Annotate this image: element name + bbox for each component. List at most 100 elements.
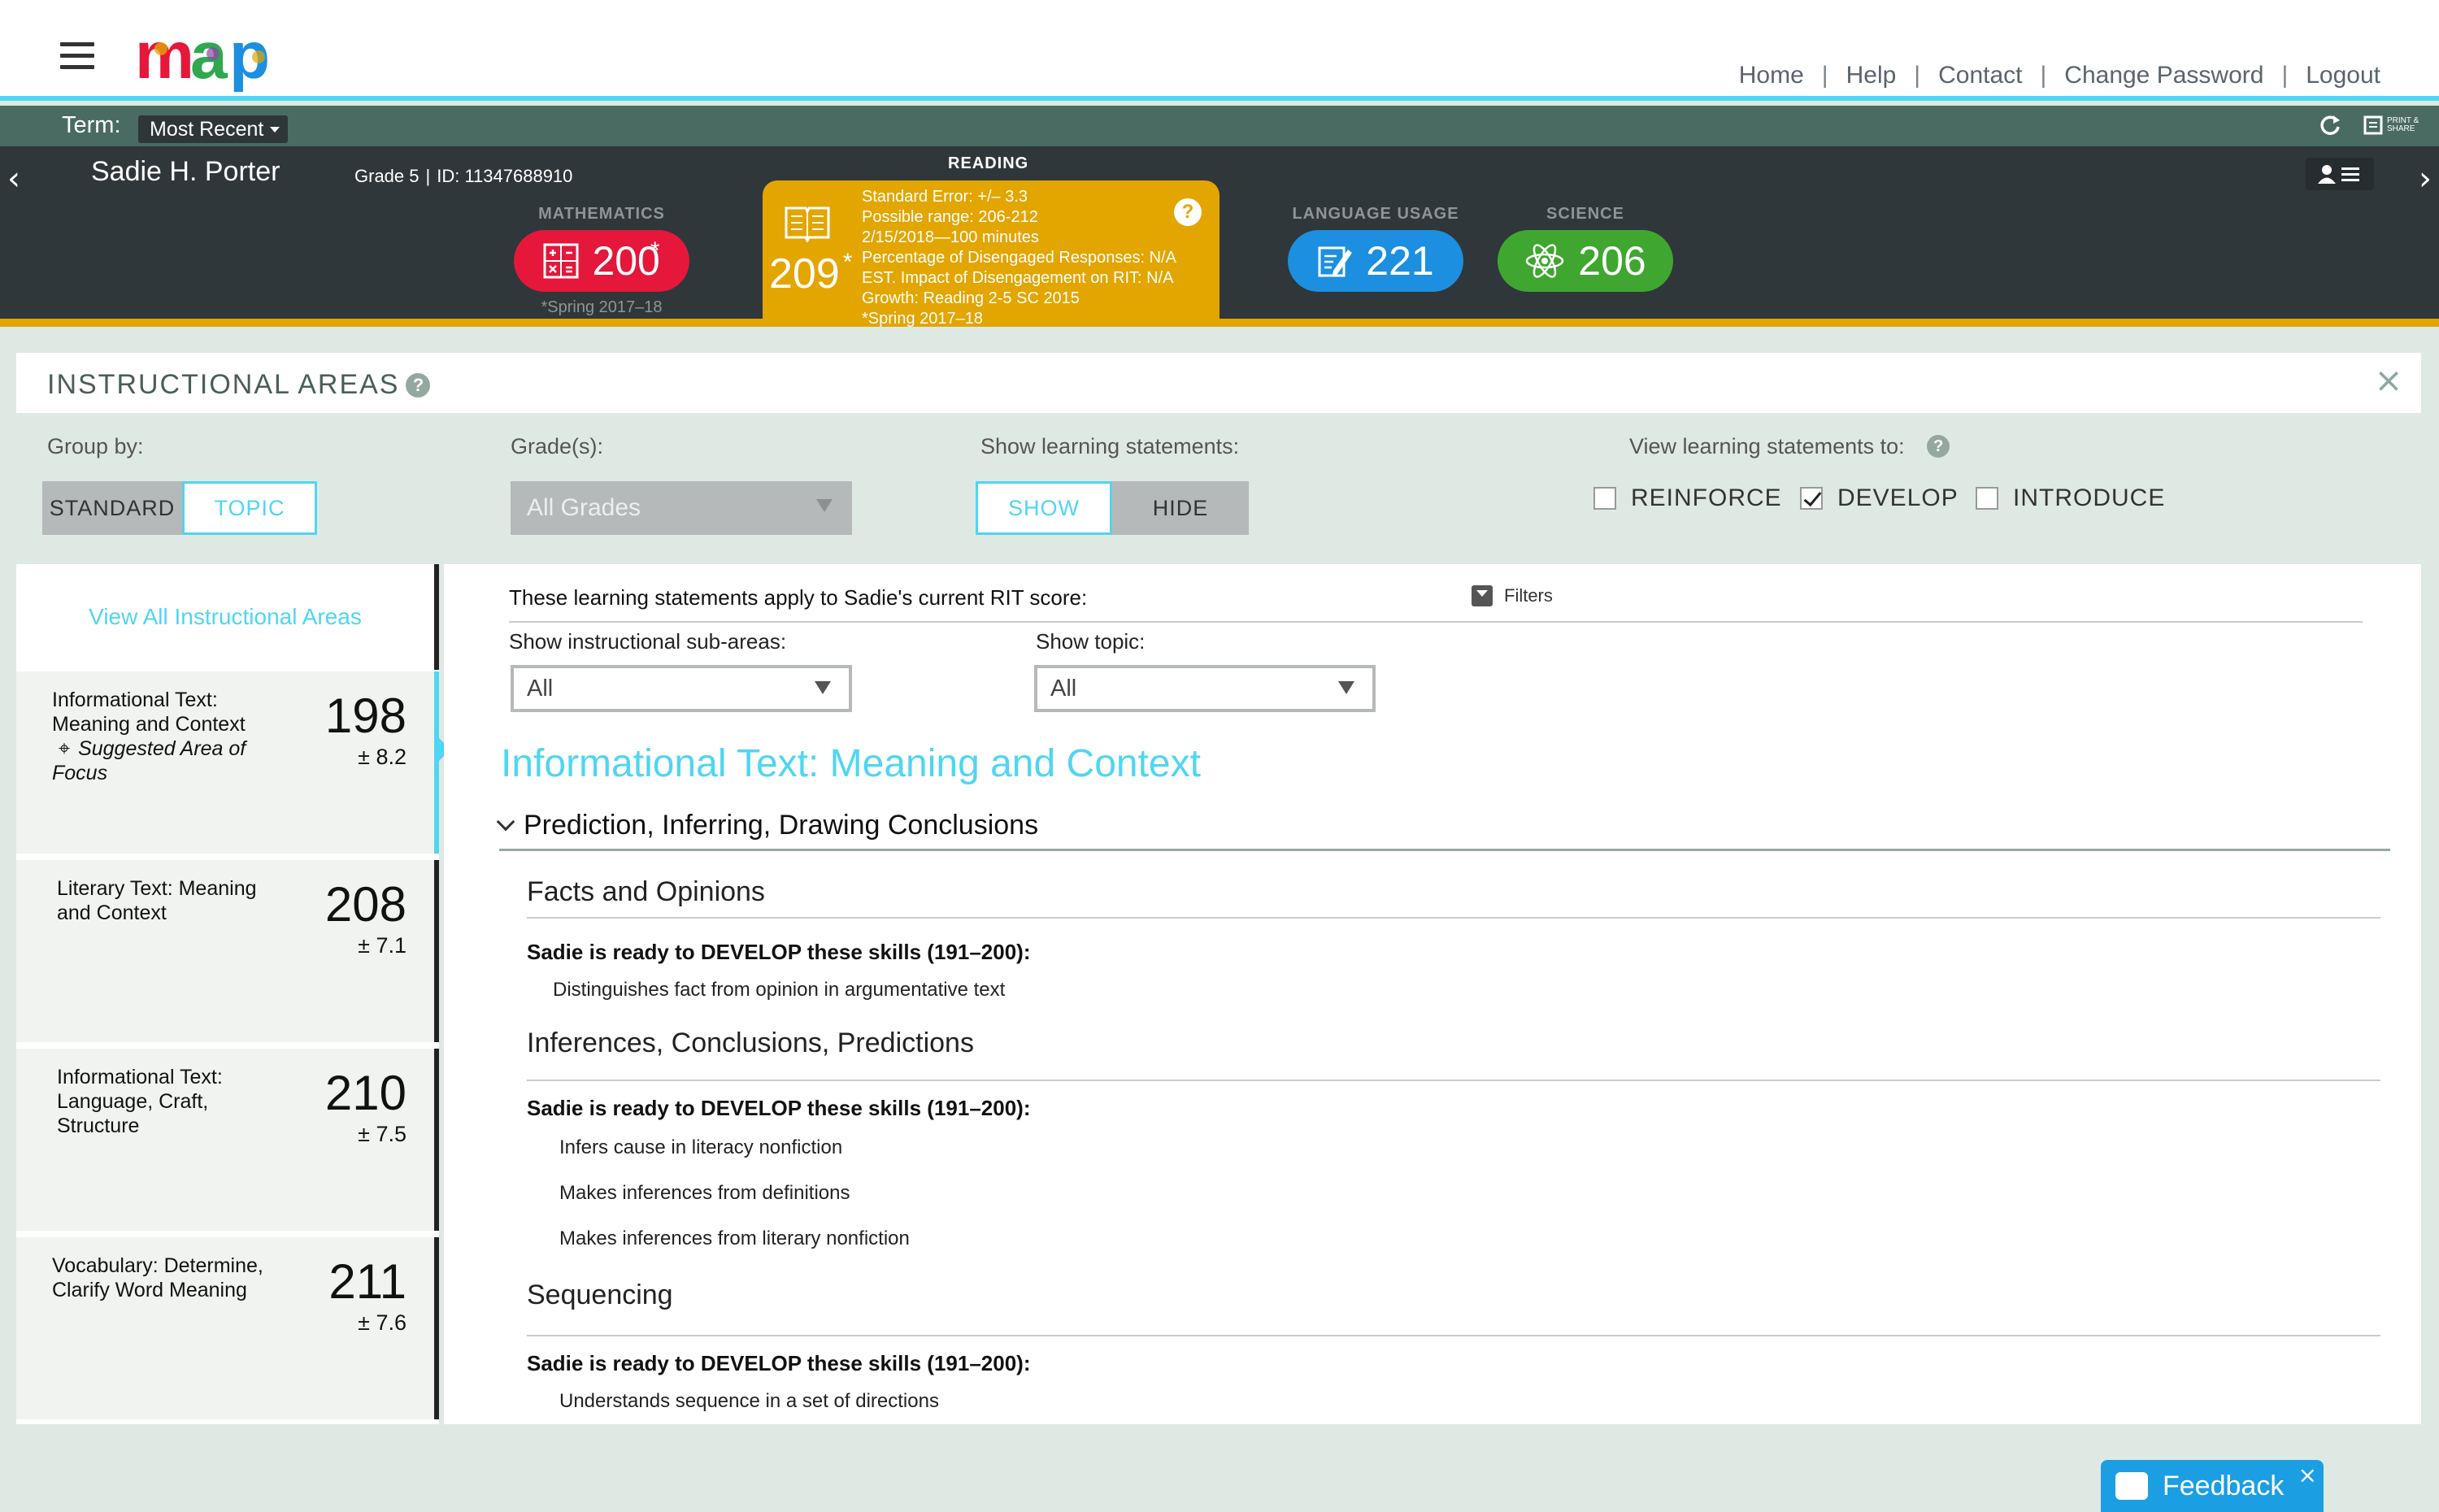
mathematics-score[interactable]: MATHEMATICS 200* *Spring 2017–18 <box>514 205 689 317</box>
reading-help-icon[interactable]: ? <box>1174 198 1202 226</box>
language-usage-score[interactable]: LANGUAGE USAGE 221 <box>1288 205 1463 292</box>
area-card-vocabulary[interactable]: Vocabulary: Determine, Clarify Word Mean… <box>16 1237 439 1419</box>
term-tools: PRINT & SHARE <box>2317 112 2423 138</box>
previous-student-arrow-icon[interactable]: ‹ <box>0 163 28 195</box>
show-button[interactable]: SHOW <box>976 481 1112 535</box>
edit-document-icon <box>1318 246 1353 277</box>
term-dropdown[interactable]: Most Recent <box>138 115 289 143</box>
student-id: ID: 11347688910 <box>437 166 573 186</box>
area-card-literary-meaning[interactable]: Literary Text: Meaning and Context 208 ±… <box>16 860 439 1042</box>
area-score: 198 <box>324 689 406 743</box>
next-student-arrow-icon[interactable]: › <box>2411 163 2439 195</box>
science-label: SCIENCE <box>1546 205 1624 223</box>
language-usage-pill[interactable]: 221 <box>1288 230 1463 292</box>
person-list-icon <box>2318 165 2359 184</box>
mathematics-label: MATHEMATICS <box>538 205 665 223</box>
nav-separator: | <box>1914 62 1921 89</box>
reading-details: Standard Error: +/– 3.3 Possible range: … <box>862 187 1176 329</box>
divider <box>527 1080 2380 1081</box>
feedback-label: Feedback <box>2163 1470 2285 1501</box>
grades-value: All Grades <box>527 494 641 521</box>
hide-button[interactable]: HIDE <box>1112 481 1249 535</box>
subareas-label: Show instructional sub-areas: <box>509 629 787 654</box>
nav-separator: | <box>2040 62 2047 89</box>
contact-link[interactable]: Contact <box>1938 62 2022 89</box>
nav-separator: | <box>2281 62 2289 89</box>
mathematics-value: 200* <box>592 237 660 284</box>
reading-label: READING <box>948 154 1029 172</box>
statements-intro: These learning statements apply to Sadie… <box>509 585 1088 610</box>
close-icon[interactable]: × <box>2372 363 2405 398</box>
area-name: Informational Text: Language, Craft, Str… <box>57 1066 223 1137</box>
student-meta: Grade 5 | ID: 11347688910 <box>354 166 572 187</box>
change-password-link[interactable]: Change Password <box>2064 62 2263 89</box>
reading-score-card[interactable]: 209 * Standard Error: +/– 3.3 Possible ra… <box>763 180 1220 329</box>
checkbox-checked-icon <box>1800 487 1823 510</box>
disengaged-responses: Percentage of Disengaged Responses: N/A <box>862 249 1176 267</box>
introduce-checkbox[interactable]: INTRODUCE <box>1976 484 2165 512</box>
group-by-toggle: STANDARD TOPIC <box>42 481 317 535</box>
reinforce-checkbox[interactable]: REINFORCE <box>1593 484 1782 512</box>
refresh-icon[interactable] <box>2317 112 2343 138</box>
group-heading-toggle[interactable]: Prediction, Inferring, Drawing Conclusio… <box>496 810 1038 841</box>
home-link[interactable]: Home <box>1739 62 1804 89</box>
area-name: Informational Text: Meaning and Context … <box>52 688 288 785</box>
science-score[interactable]: SCIENCE 206 <box>1498 205 1673 292</box>
feedback-close-icon[interactable]: × <box>2298 1462 2317 1488</box>
top-bar: m a p Home | Help | Contact | Change Pas… <box>0 0 2439 101</box>
area-card-informational-language[interactable]: Informational Text: Language, Craft, Str… <box>16 1049 439 1231</box>
science-pill[interactable]: 206 <box>1498 230 1673 292</box>
print-icon <box>2363 115 2383 135</box>
growth-test: Growth: Reading 2-5 SC 2015 <box>862 289 1080 307</box>
area-error: ± 7.5 <box>358 1122 406 1146</box>
chevron-down-icon <box>815 681 831 694</box>
mathematics-pill[interactable]: 200* <box>514 230 689 292</box>
group-by-label: Group by: <box>47 434 144 458</box>
view-statements-label: View learning statements to: ? <box>1629 434 1950 459</box>
nav-separator: | <box>1821 62 1828 89</box>
feedback-button[interactable]: Feedback × <box>2101 1460 2324 1512</box>
develop-checkbox[interactable]: DEVELOP <box>1800 484 1959 512</box>
reinforce-label: REINFORCE <box>1631 484 1782 511</box>
group-by-topic-button[interactable]: TOPIC <box>182 481 317 535</box>
instructional-areas-header: INSTRUCTIONAL AREAS? × <box>16 353 2421 413</box>
hamburger-menu-icon[interactable] <box>60 42 94 70</box>
area-error: ± 7.1 <box>358 933 406 958</box>
subareas-dropdown[interactable]: All <box>511 665 852 712</box>
disengagement-impact: EST. Impact of Disengagement on RIT: N/A <box>862 269 1174 287</box>
area-score: 210 <box>324 1066 406 1120</box>
skill-item: Understands sequence in a set of directi… <box>559 1390 939 1412</box>
ready-statement: Sadie is ready to DEVELOP these skills (… <box>527 1096 1031 1120</box>
area-name: Literary Text: Meaning and Context <box>57 877 257 924</box>
grades-dropdown[interactable]: All Grades <box>511 481 852 535</box>
view-all-areas-link[interactable]: View All Instructional Areas <box>16 564 439 670</box>
group-by-standard-button[interactable]: STANDARD <box>42 481 182 535</box>
help-link[interactable]: Help <box>1846 62 1897 89</box>
show-statements-label: Show learning statements: <box>980 434 1240 458</box>
reading-value: 209 * <box>769 249 853 298</box>
logout-link[interactable]: Logout <box>2306 62 2380 89</box>
area-heading: Informational Text: Meaning and Context <box>501 742 1201 785</box>
skill-item: Distinguishes fact from opinion in argum… <box>553 979 1006 1001</box>
skill-item: Infers cause in literacy nonfiction <box>559 1136 843 1158</box>
student-menu-button[interactable] <box>2306 158 2374 190</box>
show-hide-toggle: SHOW HIDE <box>976 481 1249 535</box>
help-icon[interactable]: ? <box>406 373 431 398</box>
grades-label: Grade(s): <box>511 434 604 458</box>
topic-dropdown[interactable]: All <box>1034 665 1376 712</box>
area-card-informational-meaning[interactable]: Informational Text: Meaning and Context … <box>16 671 450 854</box>
filter-icon <box>1472 585 1493 606</box>
chevron-down-icon <box>816 499 833 512</box>
term-bar: Term: Most Recent PRINT & SHARE <box>0 106 2439 146</box>
topic-heading: Sequencing <box>527 1280 673 1310</box>
print-share-button[interactable]: PRINT & SHARE <box>2363 115 2423 136</box>
view-help-icon[interactable]: ? <box>1927 435 1950 458</box>
map-logo[interactable]: m a p <box>132 24 294 96</box>
chevron-down-icon <box>1338 681 1354 694</box>
mathematics-term-note: *Spring 2017–18 <box>541 298 663 316</box>
meta-separator: | <box>425 166 431 186</box>
filters-button[interactable]: Filters <box>1472 585 1553 606</box>
area-error: ± 8.2 <box>358 745 406 769</box>
develop-label: DEVELOP <box>1837 484 1959 511</box>
book-icon <box>785 206 830 242</box>
